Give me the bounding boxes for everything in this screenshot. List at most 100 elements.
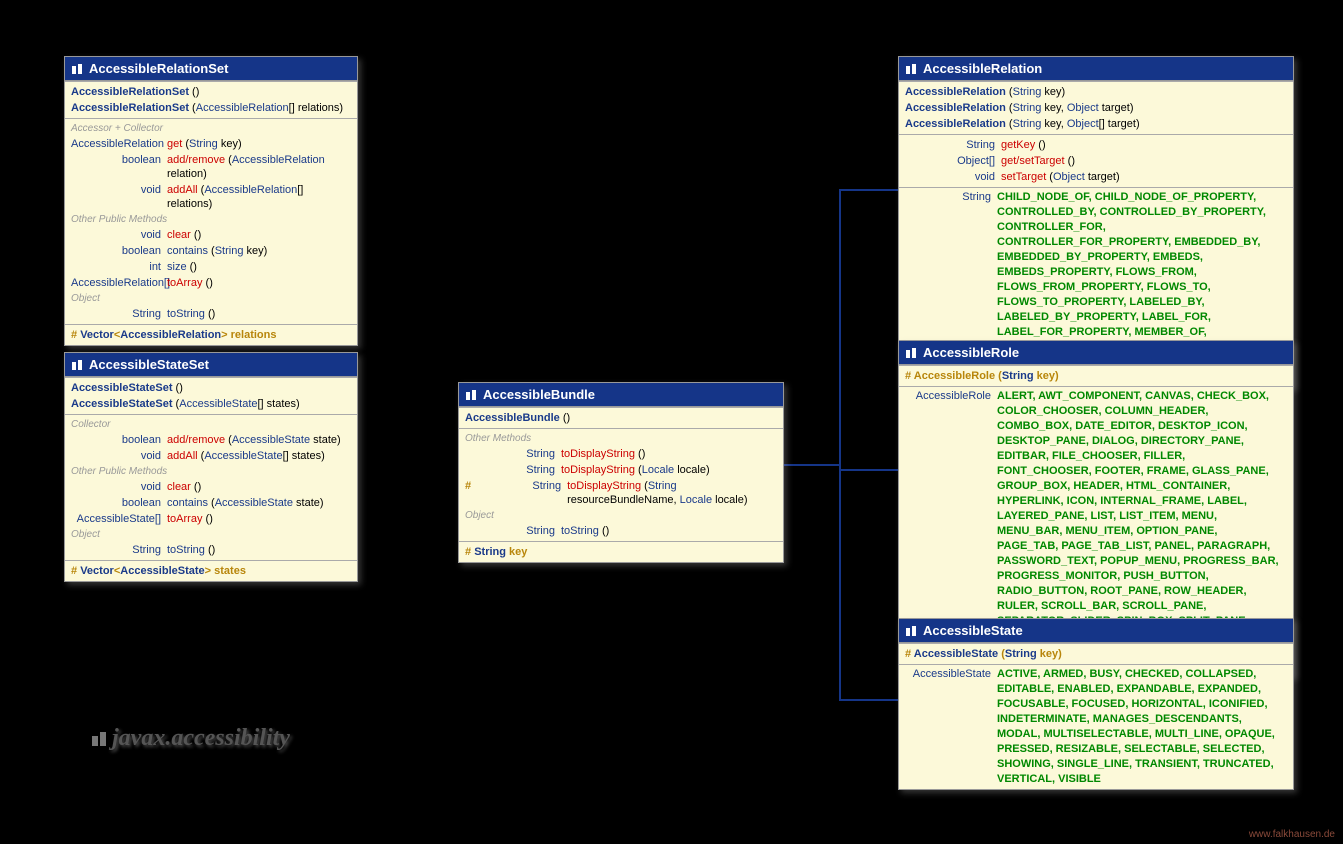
- return-type: boolean: [71, 496, 167, 510]
- method-sig: setTarget (Object target): [1001, 170, 1287, 184]
- method-row: StringtoString (): [65, 306, 357, 322]
- constructor-row: AccessibleRelation (String key, Object[]…: [899, 116, 1293, 132]
- return-type: String: [465, 447, 561, 461]
- method-row: booleancontains (AccessibleState state): [65, 495, 357, 511]
- return-type: Object[]: [905, 154, 1001, 168]
- class-icon: [905, 625, 917, 637]
- return-type: AccessibleRelation[]: [71, 276, 167, 290]
- return-type: String: [71, 307, 167, 321]
- class-accessible-state-set: AccessibleStateSet AccessibleStateSet ()…: [64, 352, 358, 582]
- method-row: AccessibleRelationget (String key): [65, 136, 357, 152]
- return-type: void: [71, 480, 167, 494]
- const-type: AccessibleState: [905, 667, 997, 682]
- package-icon: [90, 730, 108, 748]
- return-type: String: [465, 524, 561, 538]
- class-header: AccessibleRelationSet: [65, 57, 357, 81]
- class-icon: [905, 347, 917, 359]
- constructor-text: # AccessibleState (String key): [905, 647, 1062, 661]
- return-type: boolean: [71, 433, 167, 447]
- constructor-row: AccessibleRelationSet (AccessibleRelatio…: [65, 100, 357, 116]
- category-label: Object: [459, 508, 783, 523]
- method-row: booleanadd/remove (AccessibleRelation re…: [65, 152, 357, 182]
- return-type: String: [471, 479, 567, 507]
- method-sig: add/remove (AccessibleRelation relation): [167, 153, 351, 181]
- class-header: AccessibleRole: [899, 341, 1293, 365]
- category-label: Object: [65, 527, 357, 542]
- return-type: int: [71, 260, 167, 274]
- method-sig: toDisplayString (): [561, 447, 777, 461]
- method-row: StringtoDisplayString (Locale locale): [459, 462, 783, 478]
- return-type: boolean: [71, 153, 167, 181]
- method-sig: contains (AccessibleState state): [167, 496, 351, 510]
- method-row: Object[]get/setTarget (): [899, 153, 1293, 169]
- return-type: void: [905, 170, 1001, 184]
- class-icon: [905, 63, 917, 75]
- class-header: AccessibleRelation: [899, 57, 1293, 81]
- package-label: javax.accessibility: [90, 725, 290, 752]
- class-title: AccessibleStateSet: [89, 357, 209, 372]
- method-sig: addAll (AccessibleState[] states): [167, 449, 351, 463]
- constructor-row: AccessibleBundle (): [459, 410, 783, 426]
- class-title: AccessibleBundle: [483, 387, 595, 402]
- class-title: AccessibleRole: [923, 345, 1019, 360]
- constants-section: AccessibleStateACTIVE, ARMED, BUSY, CHEC…: [899, 664, 1293, 789]
- method-sig: contains (String key): [167, 244, 351, 258]
- constructor-row: AccessibleStateSet (): [65, 380, 357, 396]
- constructors-section: AccessibleStateSet ()AccessibleStateSet …: [65, 377, 357, 414]
- return-type: void: [71, 449, 167, 463]
- method-sig: toString (): [561, 524, 777, 538]
- class-title: AccessibleState: [923, 623, 1023, 638]
- constructor-row: AccessibleRelation (String key): [899, 84, 1293, 100]
- field-text: # Vector<AccessibleState> states: [71, 564, 246, 578]
- return-type: String: [905, 138, 1001, 152]
- method-row: AccessibleState[]toArray (): [65, 511, 357, 527]
- credit-text: www.falkhausen.de: [1249, 829, 1335, 840]
- methods-section: Collector booleanadd/remove (AccessibleS…: [65, 414, 357, 560]
- class-accessible-state: AccessibleState # AccessibleState (Strin…: [898, 618, 1294, 790]
- class-header: AccessibleState: [899, 619, 1293, 643]
- method-sig: clear (): [167, 228, 351, 242]
- constructors-section: AccessibleRelation (String key)Accessibl…: [899, 81, 1293, 134]
- method-sig: toDisplayString (Locale locale): [561, 463, 777, 477]
- return-type: AccessibleState[]: [71, 512, 167, 526]
- method-sig: toArray (): [167, 276, 351, 290]
- constructor-row: AccessibleRelation (String key, Object t…: [899, 100, 1293, 116]
- class-icon: [71, 359, 83, 371]
- method-sig: size (): [167, 260, 351, 274]
- constructors-section: AccessibleRelationSet ()AccessibleRelati…: [65, 81, 357, 118]
- fields-section: # String key: [459, 541, 783, 562]
- method-row: # StringtoDisplayString (String resource…: [459, 478, 783, 508]
- method-row: voidclear (): [65, 227, 357, 243]
- method-row: AccessibleRelation[]toArray (): [65, 275, 357, 291]
- method-sig: toArray (): [167, 512, 351, 526]
- method-row: StringgetKey (): [899, 137, 1293, 153]
- method-sig: add/remove (AccessibleState state): [167, 433, 351, 447]
- class-accessible-relation-set: AccessibleRelationSet AccessibleRelation…: [64, 56, 358, 346]
- method-sig: toString (): [167, 543, 351, 557]
- class-icon: [465, 389, 477, 401]
- category-label: Accessor + Collector: [65, 121, 357, 136]
- method-row: voidclear (): [65, 479, 357, 495]
- methods-section: StringgetKey ()Object[]get/setTarget ()v…: [899, 134, 1293, 187]
- class-header: AccessibleBundle: [459, 383, 783, 407]
- class-accessible-relation: AccessibleRelation AccessibleRelation (S…: [898, 56, 1294, 388]
- method-row: StringtoDisplayString (): [459, 446, 783, 462]
- category-label: Other Public Methods: [65, 464, 357, 479]
- const-type: String: [905, 190, 997, 205]
- method-row: StringtoString (): [65, 542, 357, 558]
- constructors-section: # AccessibleState (String key): [899, 643, 1293, 664]
- method-row: booleanadd/remove (AccessibleState state…: [65, 432, 357, 448]
- constructors-section: AccessibleBundle (): [459, 407, 783, 428]
- class-accessible-bundle: AccessibleBundle AccessibleBundle () Oth…: [458, 382, 784, 563]
- methods-section: Accessor + Collector AccessibleRelationg…: [65, 118, 357, 324]
- method-row: StringtoString (): [459, 523, 783, 539]
- return-type: boolean: [71, 244, 167, 258]
- method-sig: clear (): [167, 480, 351, 494]
- category-label: Other Public Methods: [65, 212, 357, 227]
- methods-section: Other Methods StringtoDisplayString ()St…: [459, 428, 783, 541]
- method-sig: get (String key): [167, 137, 351, 151]
- return-type: String: [71, 543, 167, 557]
- constructor-row: AccessibleStateSet (AccessibleState[] st…: [65, 396, 357, 412]
- field-text: # Vector<AccessibleRelation> relations: [71, 328, 276, 342]
- method-row: voidsetTarget (Object target): [899, 169, 1293, 185]
